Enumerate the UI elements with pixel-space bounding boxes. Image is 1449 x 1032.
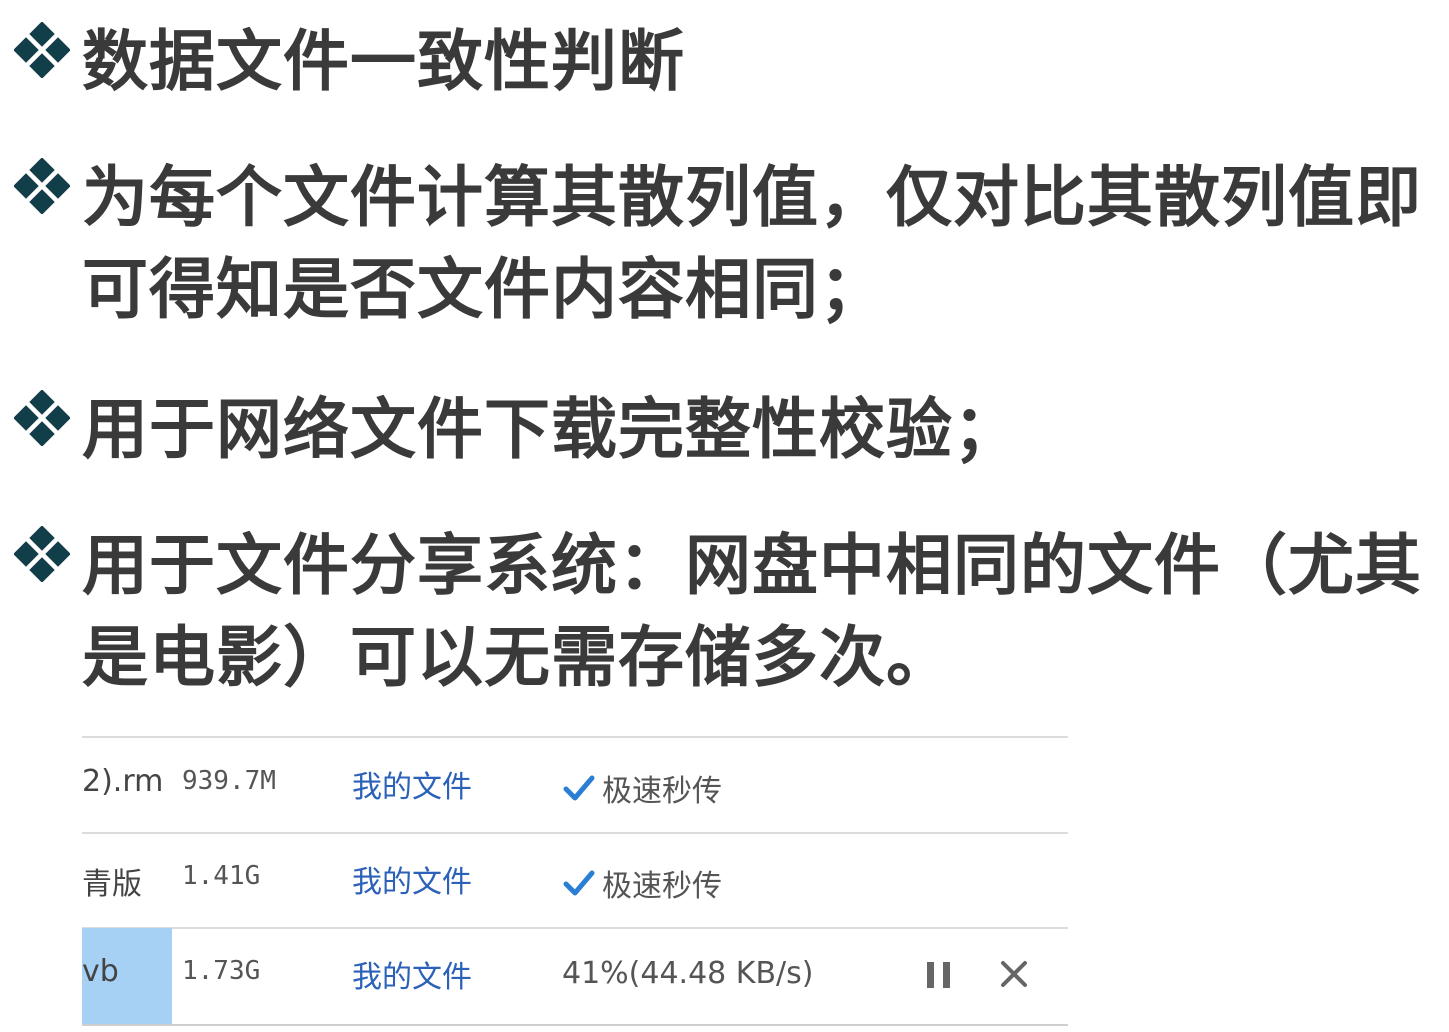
diamond-bullet-icon: [14, 526, 70, 582]
download-row: 青版 1.41G 我的文件 极速秒传: [82, 833, 1068, 929]
bullet-text: 用于文件分享系统：网盘中相同的文件（尤其是电影）可以无需存储多次。: [82, 527, 1422, 696]
close-icon[interactable]: [998, 958, 1030, 990]
file-location-link[interactable]: 我的文件: [352, 952, 472, 996]
check-icon: [563, 775, 595, 801]
pause-icon[interactable]: [924, 958, 954, 992]
slide: 数据文件一致性判断 为每个文件计算其散列值，仅对比其散列值即可得知是否文件内容相…: [0, 0, 1449, 1032]
bullet-text: 数据文件一致性判断: [82, 23, 685, 100]
download-status: 极速秒传: [562, 861, 722, 905]
bullet-item: 为每个文件计算其散列值，仅对比其散列值即可得知是否文件内容相同；: [14, 152, 1422, 336]
status-text: 41%(44.48 KB/s): [562, 956, 814, 991]
file-size: 939.7M: [182, 766, 276, 796]
bullet-item: 用于网络文件下载完整性校验；: [14, 384, 1422, 476]
file-location-link[interactable]: 我的文件: [352, 762, 472, 806]
bullet-text: 用于网络文件下载完整性校验；: [82, 391, 1020, 468]
bullet-item: 数据文件一致性判断: [14, 16, 1422, 108]
download-status: 41%(44.48 KB/s): [562, 956, 814, 991]
status-text: 极速秒传: [602, 774, 722, 809]
file-name: 2).rm: [82, 764, 164, 799]
check-icon: [563, 870, 595, 896]
status-text: 极速秒传: [602, 869, 722, 904]
file-name: 青版: [82, 867, 142, 902]
bullet-item: 用于文件分享系统：网盘中相同的文件（尤其是电影）可以无需存储多次。: [14, 520, 1422, 704]
download-list: 2).rm 939.7M 我的文件 极速秒传 青版 1.41G 我的文件 极速秒…: [82, 736, 1068, 1028]
download-row-active: vb 1.73G 我的文件 41%(44.48 KB/s): [82, 928, 1068, 1026]
diamond-bullet-icon: [14, 22, 70, 78]
file-location-link[interactable]: 我的文件: [352, 857, 472, 901]
bullet-text: 为每个文件计算其散列值，仅对比其散列值即可得知是否文件内容相同；: [82, 159, 1422, 328]
diamond-bullet-icon: [14, 390, 70, 446]
diamond-bullet-icon: [14, 158, 70, 214]
file-size: 1.41G: [182, 861, 261, 891]
download-status: 极速秒传: [562, 766, 722, 810]
file-name: vb: [82, 954, 119, 989]
download-row: 2).rm 939.7M 我的文件 极速秒传: [82, 738, 1068, 834]
file-size: 1.73G: [182, 956, 261, 986]
